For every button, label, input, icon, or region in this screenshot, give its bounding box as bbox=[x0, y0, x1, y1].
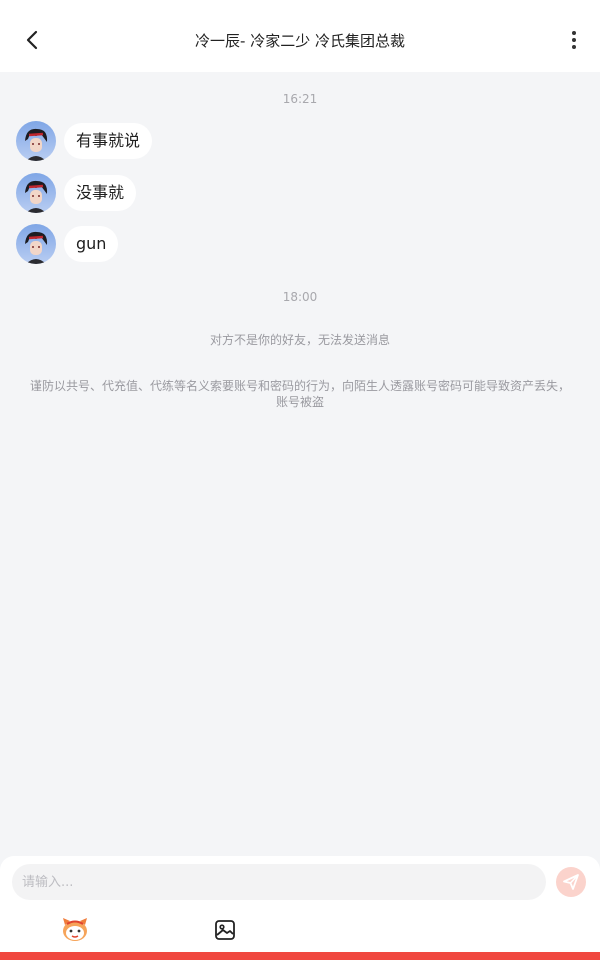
emoji-mascot-icon bbox=[63, 918, 87, 941]
image-button[interactable] bbox=[213, 918, 237, 942]
timestamp: 16:21 bbox=[282, 92, 318, 106]
message-row: 没事就 bbox=[16, 173, 137, 213]
message-row: gun bbox=[16, 224, 119, 264]
composer-bar bbox=[0, 856, 600, 952]
system-notice: 对方不是你的好友，无法发送消息 bbox=[209, 333, 390, 347]
message-bubble[interactable]: 有事就说 bbox=[64, 123, 153, 159]
send-button[interactable] bbox=[556, 867, 586, 897]
more-button[interactable] bbox=[560, 26, 588, 54]
page-title: 冷一辰- 冷家二少 冷氏集团总裁 bbox=[195, 32, 405, 50]
message-row: 有事就说 bbox=[16, 121, 153, 161]
bottom-accent-bar bbox=[0, 952, 600, 960]
avatar[interactable] bbox=[16, 121, 56, 161]
avatar-icon bbox=[16, 173, 56, 213]
avatar[interactable] bbox=[16, 224, 56, 264]
timestamp: 18:00 bbox=[282, 290, 318, 304]
chevron-left-icon bbox=[26, 30, 38, 50]
paper-plane-icon bbox=[563, 874, 579, 890]
emoji-button[interactable] bbox=[60, 915, 90, 943]
message-input[interactable] bbox=[12, 864, 546, 900]
message-bubble[interactable]: 没事就 bbox=[64, 175, 137, 211]
top-bar: 冷一辰- 冷家二少 冷氏集团总裁 bbox=[0, 0, 600, 72]
avatar[interactable] bbox=[16, 173, 56, 213]
avatar-icon bbox=[16, 224, 56, 264]
more-vertical-icon bbox=[572, 31, 576, 49]
security-warning: 谨防以共号、代充值、代练等名义索要账号和密码的行为，向陌生人透露账号密码可能导致… bbox=[29, 379, 570, 409]
avatar-icon bbox=[16, 121, 56, 161]
image-icon bbox=[215, 920, 235, 940]
message-bubble[interactable]: gun bbox=[64, 226, 119, 262]
back-button[interactable] bbox=[18, 26, 46, 54]
